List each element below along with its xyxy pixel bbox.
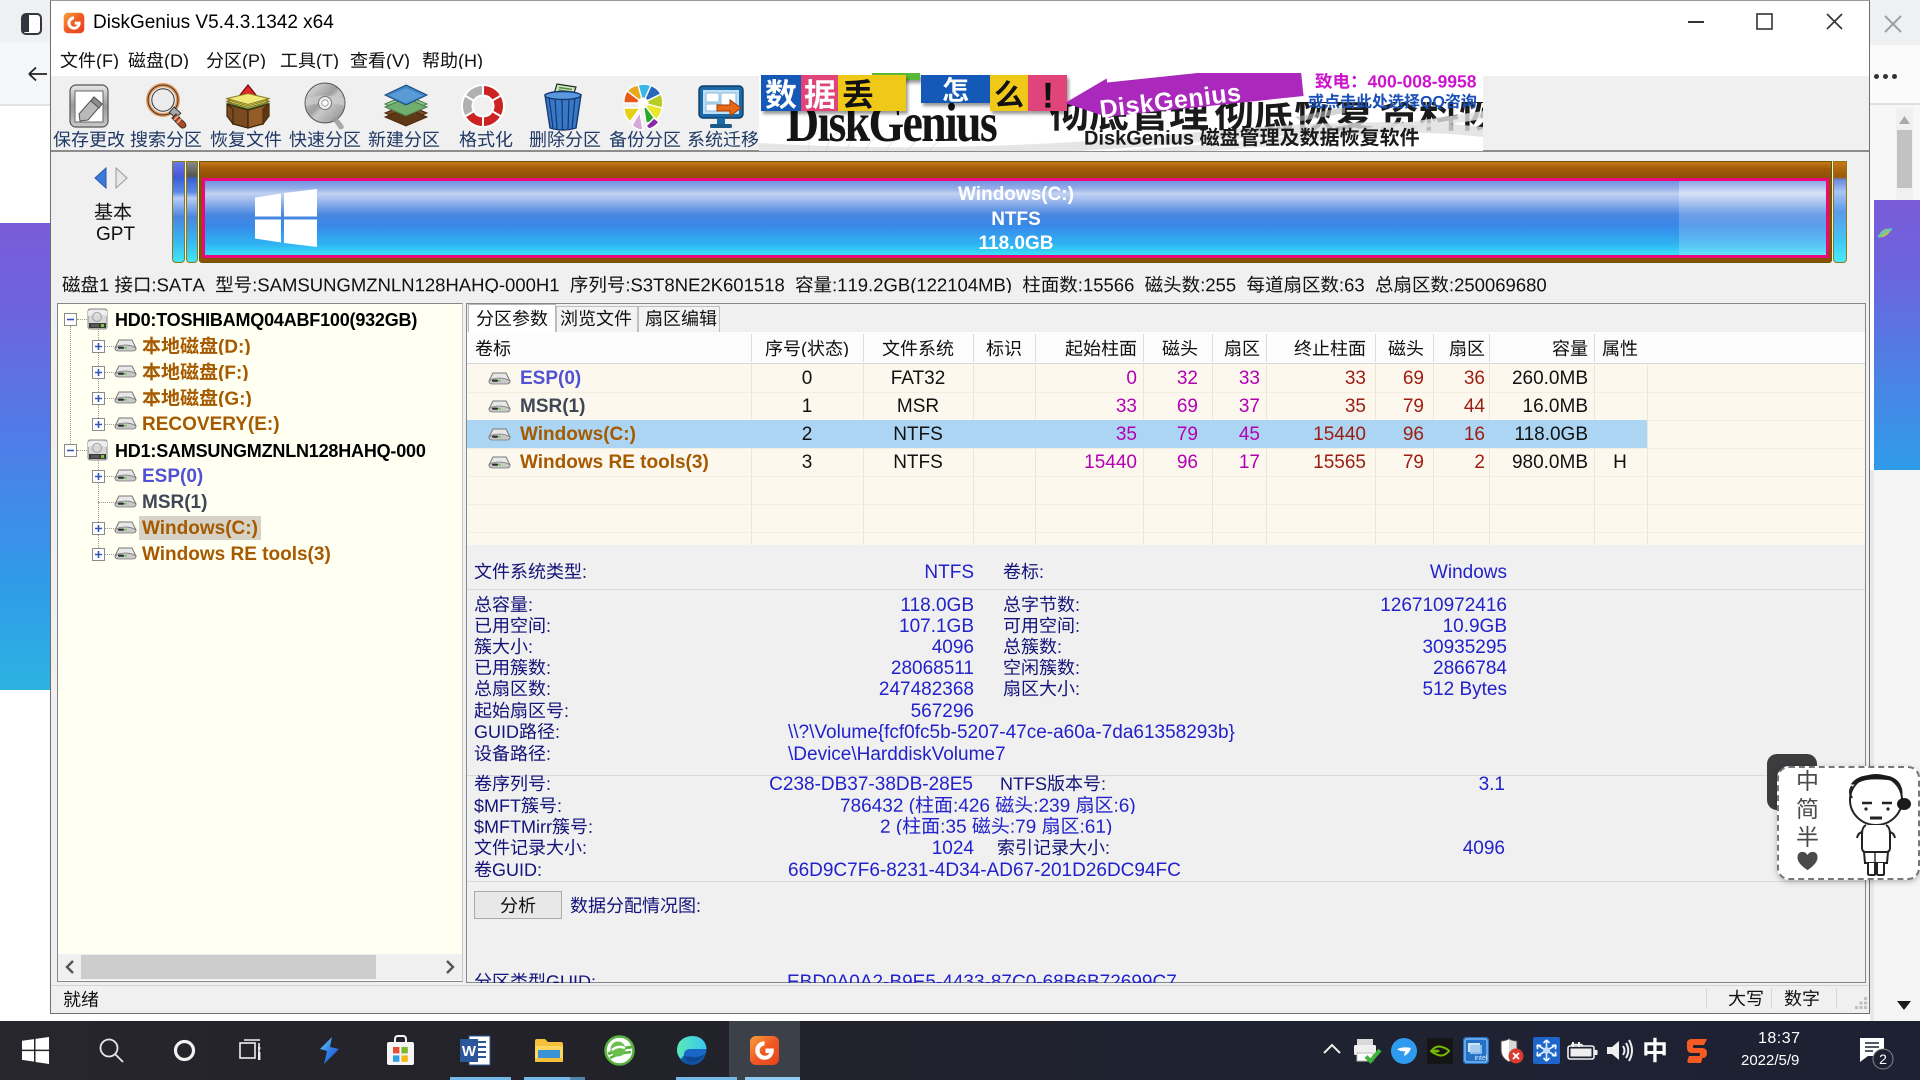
svg-text:2: 2: [1879, 1051, 1887, 1067]
svg-text:W: W: [462, 1043, 477, 1060]
svg-text:intel: intel: [1475, 1055, 1488, 1062]
